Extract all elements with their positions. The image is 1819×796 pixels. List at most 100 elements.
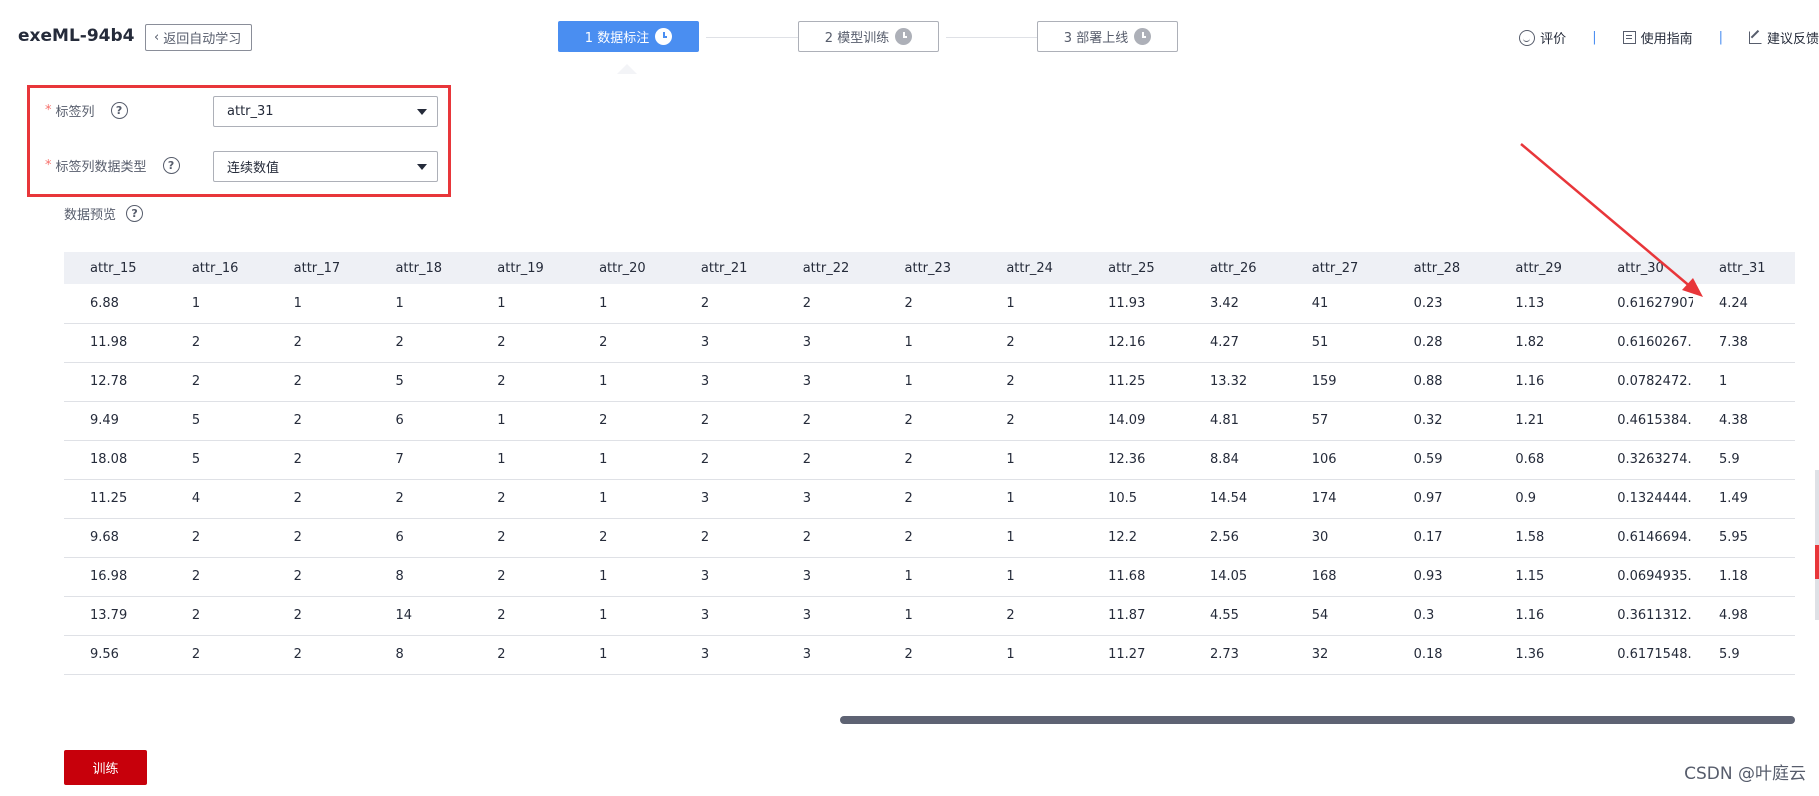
table-cell: 4.55 (1183, 596, 1286, 636)
table-cell: 1.49 (1693, 479, 1795, 519)
table-cell: 1 (980, 557, 1083, 597)
table-cell: 3 (674, 479, 777, 519)
column-header-attr-28[interactable]: attr_28 (1387, 252, 1490, 284)
vertical-scrollbar[interactable] (1815, 470, 1819, 620)
column-header-attr-23[interactable]: attr_23 (878, 252, 981, 284)
feedback-label: 建议反馈 (1766, 32, 1819, 47)
table-row: 9.56 2 2 8 2 1 3 3 2 1 11.27 2.73 32 0.18 1.36 0.617154… (64, 635, 1795, 675)
table-cell: 0.17 (1387, 518, 1490, 558)
table-cell: 3 (776, 323, 879, 363)
table-cell: 2 (165, 596, 268, 636)
smile-icon (1519, 29, 1536, 46)
column-header-attr-31[interactable]: attr_31 (1693, 252, 1795, 284)
table-cell: 1.13 (1489, 284, 1592, 324)
table-cell: 2 (267, 518, 370, 558)
table-cell: 1 (471, 401, 574, 441)
table-cell: 2 (165, 557, 268, 597)
table-cell: 1.16 (1489, 362, 1592, 402)
column-header-attr-17[interactable]: attr_17 (267, 252, 370, 284)
table-cell: 2 (878, 518, 981, 558)
page: exeML-94b4 ‹ 返回自动学习 1 数据标注 2 模型训练 3 部署上线… (0, 0, 1819, 796)
column-header-attr-25[interactable]: attr_25 (1082, 252, 1184, 284)
table-cell: 1.21 (1489, 401, 1592, 441)
table-cell: 0.18 (1387, 635, 1490, 675)
table-cell: 4.81 (1183, 401, 1286, 441)
train-button[interactable]: 训练 (64, 750, 147, 785)
table-row: 11.98 2 2 2 2 2 3 3 1 2 12.16 4.27 51 0.28 1.82 0.61602… (64, 323, 1795, 363)
table-cell: 2 (878, 440, 981, 480)
column-header-attr-24[interactable]: attr_24 (980, 252, 1083, 284)
step-model-training[interactable]: 2 模型训练 (798, 21, 939, 52)
table-cell: 4 (165, 479, 268, 519)
column-header-attr-29[interactable]: attr_29 (1489, 252, 1592, 284)
guide-link[interactable]: 使用指南 (1622, 28, 1693, 47)
table-cell: 1.82 (1489, 323, 1592, 363)
table-cell: 2 (267, 596, 370, 636)
app-title: exeML-94b4 (18, 26, 135, 46)
table-cell: 57 (1285, 401, 1388, 441)
horizontal-scrollbar[interactable] (840, 716, 1795, 724)
column-header-attr-22[interactable]: attr_22 (776, 252, 879, 284)
table-cell: 2 (980, 401, 1083, 441)
table-row: 11.25 4 2 2 2 1 3 3 2 1 10.5 14.54 174 0.97 0.9 0.13244… (64, 479, 1795, 519)
table-cell: 2 (165, 518, 268, 558)
table-cell: 0.9 (1489, 479, 1592, 519)
feedback-link[interactable]: 建议反馈 (1748, 28, 1819, 47)
column-header-attr-18[interactable]: attr_18 (369, 252, 472, 284)
table-cell: 2 (776, 440, 879, 480)
step-connector (946, 37, 1038, 38)
table-cell: 14.09 (1082, 401, 1184, 441)
column-header-attr-26[interactable]: attr_26 (1183, 252, 1286, 284)
divider: | (1718, 30, 1723, 45)
table-cell: 1 (980, 479, 1083, 519)
column-header-attr-21[interactable]: attr_21 (674, 252, 777, 284)
help-icon[interactable]: ? (126, 205, 144, 222)
table-cell: 1 (980, 635, 1083, 675)
table-cell: 2 (369, 323, 472, 363)
table-cell: 2 (267, 635, 370, 675)
table-cell: 2 (674, 440, 777, 480)
table-cell: 1 (573, 440, 675, 480)
table-cell: 11.98 (64, 323, 166, 363)
rate-link[interactable]: 评价 (1519, 28, 1566, 47)
table-cell: 3 (674, 635, 777, 675)
content-area: * 标签列 ? attr_31 * 标签列数据类型 ? 连续数值 数据预览 ? (18, 74, 1819, 796)
column-header-attr-15[interactable]: attr_15 (64, 252, 166, 284)
scrollbar-thumb[interactable] (1815, 545, 1819, 579)
column-header-attr-20[interactable]: attr_20 (573, 252, 675, 284)
table-cell: 1 (878, 362, 981, 402)
table-cell: 0.97 (1387, 479, 1490, 519)
table-cell: 1.16 (1489, 596, 1592, 636)
table-cell: 0.1324444... (1591, 479, 1693, 519)
table-row: 18.08 5 2 7 1 1 2 2 2 1 12.36 8.84 106 0.59 0.68 0.3263… (64, 440, 1795, 480)
table-cell: 6 (369, 518, 472, 558)
table-cell: 2 (878, 401, 981, 441)
column-header-attr-30[interactable]: attr_30 (1591, 252, 1693, 284)
table-cell: 51 (1285, 323, 1388, 363)
step-data-labeling[interactable]: 1 数据标注 (558, 21, 699, 52)
column-header-attr-16[interactable]: attr_16 (165, 252, 268, 284)
column-header-attr-27[interactable]: attr_27 (1285, 252, 1388, 284)
table-cell: 5 (165, 440, 268, 480)
table-cell: 0.93 (1387, 557, 1490, 597)
table-cell: 1 (980, 440, 1083, 480)
table-cell: 2 (878, 284, 981, 324)
column-header-attr-19[interactable]: attr_19 (471, 252, 574, 284)
step-deploy[interactable]: 3 部署上线 (1037, 21, 1178, 52)
table-cell: 0.59 (1387, 440, 1490, 480)
table-cell: 3 (776, 596, 879, 636)
table-cell: 1 (165, 284, 268, 324)
table-cell: 8.84 (1183, 440, 1286, 480)
table-cell: 2 (471, 635, 574, 675)
table-cell: 7 (369, 440, 472, 480)
table-cell: 2 (776, 284, 879, 324)
table-cell: 2.73 (1183, 635, 1286, 675)
table-cell: 32 (1285, 635, 1388, 675)
table-row: 9.68 2 2 6 2 2 2 2 2 1 12.2 2.56 30 0.17 1.58 0.6146694… (64, 518, 1795, 558)
table-cell: 168 (1285, 557, 1388, 597)
table-cell: 13.79 (64, 596, 166, 636)
table-cell: 4.38 (1693, 401, 1795, 441)
table-cell: 16.98 (64, 557, 166, 597)
back-to-automl-button[interactable]: ‹ 返回自动学习 (145, 24, 253, 51)
table-row: 16.98 2 2 8 2 1 3 3 1 1 11.68 14.05 168 0.93 1.15 0.069… (64, 557, 1795, 597)
